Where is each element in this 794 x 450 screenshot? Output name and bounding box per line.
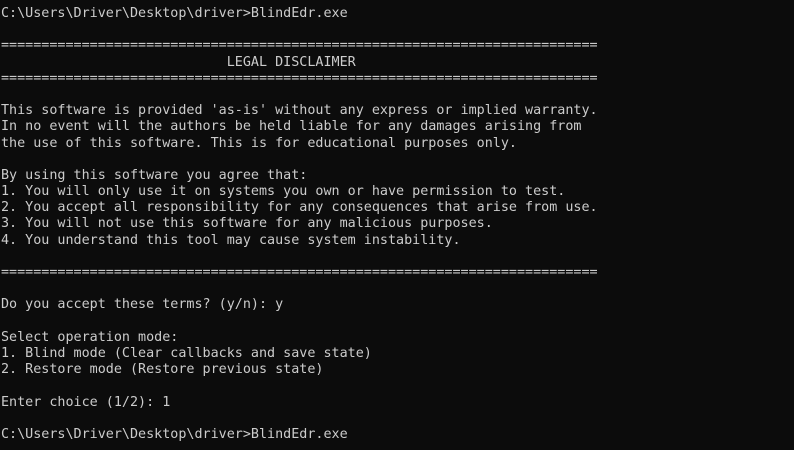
separator-title: ========================================…	[1, 70, 598, 86]
command-line-2[interactable]: C:\Users\Driver\Desktop\driver>BlindEdr.…	[1, 427, 794, 443]
agree-item-4: 4. You understand this tool may cause sy…	[1, 232, 461, 248]
agree-item-2: 2. You accept all responsibility for any…	[1, 200, 598, 216]
agree-intro: By using this software you agree that:	[1, 167, 308, 183]
command-line-1: C:\Users\Driver\Desktop\driver>BlindEdr.…	[1, 6, 348, 21]
agree-item-1: 1. You will only use it on systems you o…	[1, 184, 566, 200]
mode-option-1: 1. Blind mode (Clear callbacks and save …	[1, 345, 372, 361]
mode-option-2: 2. Restore mode (Restore previous state)	[1, 362, 324, 378]
separator-bottom: ========================================…	[1, 265, 598, 280]
disclaimer-title: LEGAL DISCLAIMER	[1, 54, 356, 70]
separator-top: ========================================…	[1, 38, 598, 54]
disclaimer-line-2: In no event will the authors be held lia…	[1, 119, 582, 135]
terminal-window[interactable]: C:\Users\Driver\Desktop\driver>BlindEdr.…	[0, 0, 794, 450]
agree-item-3: 3. You will not use this software for an…	[1, 216, 493, 232]
disclaimer-line-3: the use of this software. This is for ed…	[1, 135, 517, 151]
accept-prompt: Do you accept these terms? (y/n): y	[1, 297, 284, 313]
choice-prompt: Enter choice (1/2): 1	[1, 394, 171, 410]
mode-header: Select operation mode:	[1, 329, 179, 345]
disclaimer-line-1: This software is provided 'as-is' withou…	[1, 103, 598, 119]
